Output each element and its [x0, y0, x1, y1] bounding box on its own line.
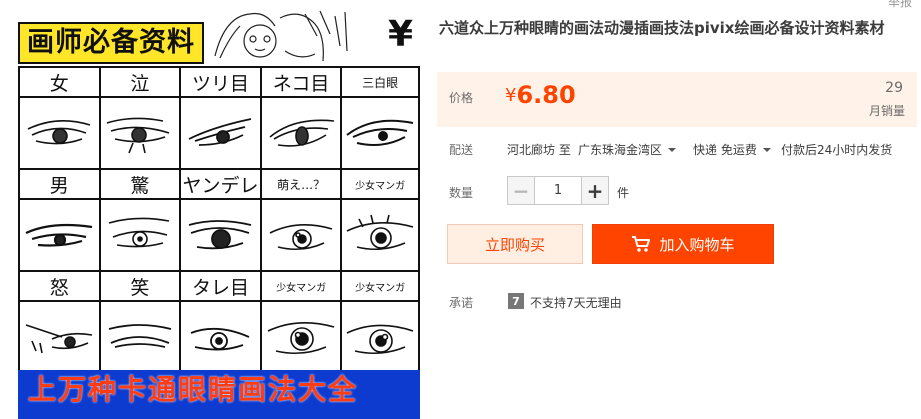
bottom-banner: 上万种卡通眼睛画法大全 — [18, 370, 420, 419]
grid-label: タレ目 — [181, 272, 262, 302]
chevron-down-icon — [668, 148, 677, 152]
product-info-panel: 举报 六道众上万种眼睛的画法动漫插画技法pivix绘画必备设计资料素材 价格 ¥… — [437, 0, 921, 419]
grid-eye-row — [20, 98, 420, 170]
eye-drawing — [342, 302, 420, 374]
currency-symbol: ¥ — [505, 85, 517, 106]
chibi-sketch-illustration — [214, 10, 348, 62]
report-link[interactable]: 举报 — [888, 0, 912, 10]
grid-label-row: 怒 笑 タレ目 少女マンガ 少女マンガ — [20, 272, 420, 302]
grid-label: 少女マンガ — [342, 170, 420, 200]
product-title: 六道众上万种眼睛的画法动漫插画技法pivix绘画必备设计资料素材 — [439, 19, 885, 37]
promise-row: 承诺 7 不支持7天无理由 — [437, 292, 921, 312]
eye-drawing — [181, 302, 262, 374]
eye-reference-grid: 女 泣 ツリ目 ネコ目 三白眼 男 驚 ヤンデレ 萌え…？ 少女マンガ 怒 笑 … — [18, 66, 420, 374]
grid-label: 男 — [20, 170, 101, 200]
grid-label: 怒 — [20, 272, 101, 302]
shipping-row: 配送 河北廊坊 至 广东珠海金湾区 快递 免运费 付款后24小时内发货 — [437, 139, 921, 159]
eye-drawing — [100, 200, 182, 272]
price-amount: 6.80 — [516, 81, 576, 109]
shopping-cart-icon — [632, 236, 651, 252]
quantity-label: 数量 — [449, 186, 474, 200]
buy-now-button[interactable]: 立即购买 — [447, 224, 583, 264]
eye-drawing — [342, 98, 420, 170]
promo-banner-text: 画师必备资料 — [27, 27, 195, 58]
monthly-sales-count: 29 — [885, 80, 903, 96]
promise-label: 承诺 — [449, 296, 474, 310]
add-to-cart-button[interactable]: 加入购物车 — [592, 224, 774, 264]
grid-label: 少女マンガ — [261, 272, 343, 302]
grid-label: 萌え…？ — [261, 170, 343, 200]
grid-label: 驚 — [100, 170, 182, 200]
eye-drawing — [261, 98, 343, 170]
eye-drawing — [342, 200, 420, 272]
add-to-cart-label: 加入购物车 — [659, 235, 735, 254]
grid-label: ネコ目 — [261, 68, 343, 98]
chevron-down-icon — [762, 148, 771, 152]
buy-now-label: 立即购买 — [484, 235, 545, 254]
grid-label-row: 女 泣 ツリ目 ネコ目 三白眼 — [20, 68, 420, 98]
eye-drawing — [20, 302, 101, 374]
grid-label: 三白眼 — [342, 68, 420, 98]
grid-label: 泣 — [100, 68, 182, 98]
eye-drawing — [181, 200, 262, 272]
promise-text[interactable]: 不支持7天无理由 — [530, 294, 622, 311]
price-label: 价格 — [449, 91, 474, 105]
grid-label: 女 — [20, 68, 101, 98]
ship-to-text: 广东珠海金湾区 — [578, 143, 663, 157]
grid-label-row: 男 驚 ヤンデレ 萌え…？ 少女マンガ — [20, 170, 420, 200]
monthly-sales-label: 月销量 — [868, 104, 905, 118]
eye-drawing — [261, 302, 343, 374]
grid-label: ツリ目 — [181, 68, 262, 98]
grid-label: 笑 — [100, 272, 182, 302]
ship-to-selector[interactable]: 广东珠海金湾区 — [578, 141, 677, 158]
delivery-method-selector[interactable]: 快递 免运费 — [693, 141, 771, 158]
seven-day-return-icon: 7 — [508, 293, 524, 309]
delivery-time: 付款后24小时内发货 — [781, 143, 893, 157]
delivery-method-text: 快递 免运费 — [693, 143, 757, 157]
quantity-row: 数量 − + 件 — [437, 175, 921, 205]
price-value: ¥6.80 — [505, 81, 576, 109]
grid-label: 少女マンガ — [342, 272, 420, 302]
quantity-increase-button[interactable]: + — [581, 176, 609, 205]
price-box: 价格 ¥6.80 29 月销量 — [437, 72, 917, 127]
quantity-decrease-button[interactable]: − — [507, 176, 535, 205]
grid-eye-row — [20, 200, 420, 272]
quantity-unit: 件 — [617, 186, 630, 200]
bottom-banner-text: 上万种卡通眼睛画法大全 — [28, 373, 359, 406]
promo-banner: 画师必备资料 — [18, 22, 204, 64]
eye-drawing — [181, 98, 262, 170]
ship-from: 河北廊坊 至 — [507, 143, 571, 157]
eye-drawing — [261, 200, 343, 272]
quantity-input[interactable] — [535, 176, 581, 205]
sketch-mark: ¥ — [388, 14, 414, 55]
grid-eye-row — [20, 302, 420, 374]
grid-label: ヤンデレ — [181, 170, 262, 200]
eye-drawing — [20, 200, 101, 272]
quantity-stepper: − + — [507, 176, 609, 205]
shipping-label: 配送 — [449, 143, 474, 157]
eye-drawing — [100, 98, 182, 170]
eye-drawing — [20, 98, 101, 170]
eye-drawing — [100, 302, 182, 374]
product-image[interactable]: 画师必备资料 ¥ 女 泣 ツリ目 ネコ目 三白眼 男 驚 ヤンデレ 萌え…？ 少… — [0, 0, 430, 419]
